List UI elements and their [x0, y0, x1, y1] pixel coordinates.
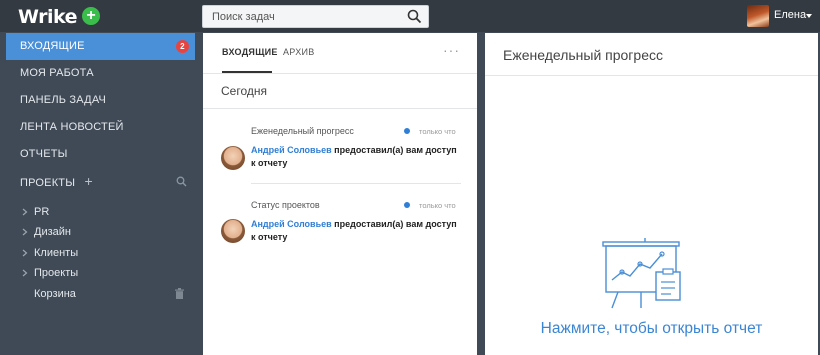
tab-inbox[interactable]: ВХОДЯЩИЕ — [222, 47, 278, 57]
chevron-right-icon[interactable] — [22, 228, 28, 236]
wrike-logo[interactable]: Wrike — [18, 6, 78, 28]
section-title: Сегодня — [221, 84, 267, 98]
report-panel: Еженедельный прогресс Нажмите, чтобы отк… — [485, 33, 818, 355]
search-input[interactable] — [203, 6, 393, 27]
sidebar-item-label: МОЯ РАБОТА — [20, 67, 94, 79]
trash-item[interactable]: Корзина — [34, 284, 192, 304]
project-item[interactable]: Проекты — [22, 263, 192, 283]
sidebar-item-label: ПРОЕКТЫ — [20, 177, 76, 189]
sidebar-item-projects[interactable]: ПРОЕКТЫ + — [6, 168, 195, 195]
add-project-icon[interactable]: + — [84, 168, 92, 195]
project-label: Дизайн — [34, 226, 71, 238]
tabs-divider — [203, 73, 477, 74]
unread-dot — [404, 202, 410, 208]
sidebar-item-reports[interactable]: ОТЧЕТЫ — [6, 141, 195, 168]
inbox-panel: ВХОДЯЩИЕ АРХИВ ··· Сегодня Еженедельный … — [203, 33, 477, 355]
project-item[interactable]: PR — [22, 202, 192, 222]
sidebar: ВХОДЯЩИЕ 2 МОЯ РАБОТА ПАНЕЛЬ ЗАДАЧ ЛЕНТА… — [0, 32, 200, 355]
avatar — [221, 219, 245, 243]
project-label: Клиенты — [34, 247, 79, 259]
project-label: Проекты — [34, 267, 79, 279]
chevron-right-icon[interactable] — [22, 249, 28, 257]
notification-time: только что — [419, 201, 456, 210]
author-link[interactable]: Андрей Соловьев — [251, 145, 332, 155]
user-avatar[interactable] — [747, 5, 769, 27]
notification-divider — [251, 183, 461, 184]
unread-count-badge: 2 — [176, 40, 189, 53]
more-options-icon[interactable]: ··· — [443, 42, 460, 58]
author-link[interactable]: Андрей Соловьев — [251, 219, 332, 229]
project-label: PR — [34, 206, 50, 218]
notification-title: Статус проектов — [251, 200, 320, 210]
chevron-right-icon[interactable] — [22, 208, 28, 216]
sidebar-item-my-work[interactable]: МОЯ РАБОТА — [6, 60, 195, 87]
report-header-divider — [485, 75, 818, 76]
avatar — [221, 146, 245, 170]
search-icon[interactable] — [176, 176, 187, 187]
tab-archive[interactable]: АРХИВ — [283, 47, 315, 57]
user-name[interactable]: Елена — [774, 9, 806, 21]
chevron-right-icon[interactable] — [22, 269, 28, 277]
project-item[interactable]: Клиенты — [22, 243, 192, 263]
sidebar-item-label: ОТЧЕТЫ — [20, 148, 68, 160]
project-item[interactable]: Дизайн — [22, 222, 192, 242]
sidebar-item-label: ВХОДЯЩИЕ — [20, 40, 85, 52]
notification-message: Андрей Соловьев предоставил(а) вам досту… — [251, 218, 461, 244]
sidebar-item-dashboard[interactable]: ПАНЕЛЬ ЗАДАЧ — [6, 87, 195, 114]
sidebar-item-label: ПАНЕЛЬ ЗАДАЧ — [20, 94, 107, 106]
sidebar-item-news-feed[interactable]: ЛЕНТА НОВОСТЕЙ — [6, 114, 195, 141]
search-icon[interactable] — [407, 9, 422, 24]
sidebar-item-inbox[interactable]: ВХОДЯЩИЕ 2 — [6, 33, 195, 60]
trash-icon[interactable] — [175, 288, 184, 299]
search-box[interactable] — [202, 5, 429, 28]
add-button[interactable]: + — [82, 7, 100, 25]
report-chart-icon[interactable] — [600, 238, 690, 310]
report-title: Еженедельный прогресс — [503, 47, 663, 63]
notification-title: Еженедельный прогресс — [251, 126, 354, 136]
section-divider — [203, 108, 477, 109]
chevron-down-icon[interactable] — [806, 14, 812, 18]
sidebar-item-label: ЛЕНТА НОВОСТЕЙ — [20, 121, 124, 133]
top-bar: Wrike + Елена — [0, 0, 820, 32]
trash-label: Корзина — [34, 288, 76, 300]
notification-time: только что — [419, 127, 456, 136]
notification-message: Андрей Соловьев предоставил(а) вам досту… — [251, 144, 461, 170]
unread-dot — [404, 128, 410, 134]
open-report-link[interactable]: Нажмите, чтобы открыть отчет — [485, 320, 818, 338]
